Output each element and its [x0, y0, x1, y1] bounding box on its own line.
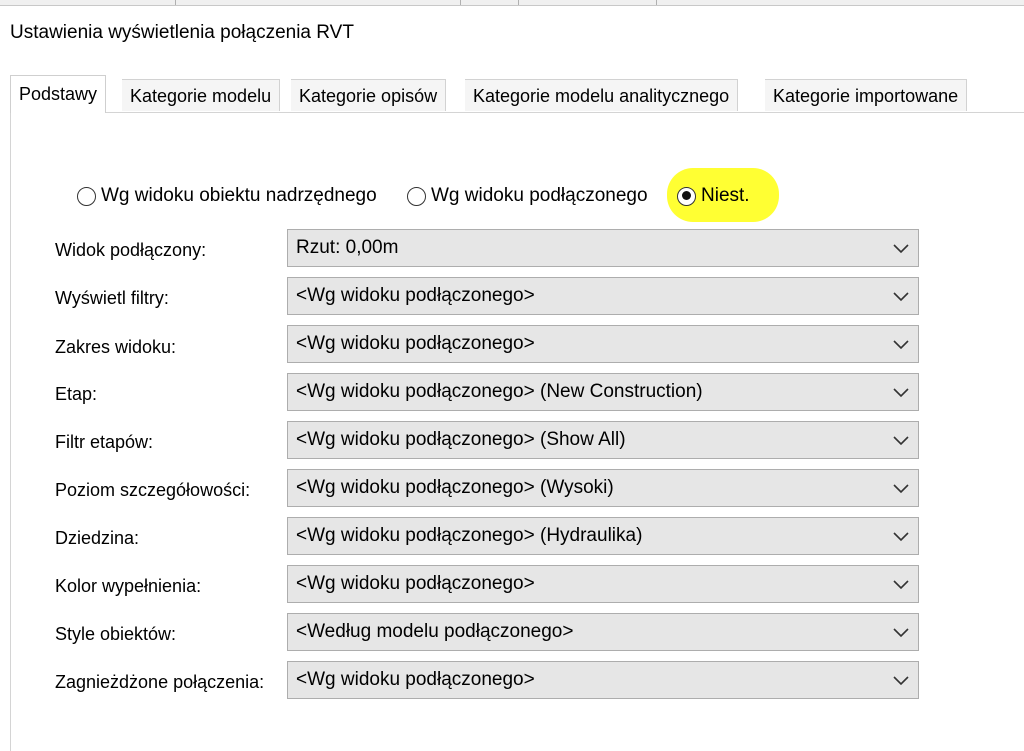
chevron-down-icon — [893, 292, 909, 302]
chevron-down-icon — [893, 580, 909, 590]
strip-divider — [175, 0, 176, 5]
chevron-down-icon — [893, 340, 909, 350]
dropdown-value: <Wg widoku podłączonego> — [296, 333, 535, 354]
radio-wg-widoku-obiektu-nadrzednego[interactable]: Wg widoku obiektu nadrzędnego — [77, 180, 377, 212]
dropdown-value: Rzut: 0,00m — [296, 237, 399, 258]
dropdown-style-obiektow[interactable]: <Według modelu podłączonego> — [287, 613, 919, 651]
dropdown-value: <Wg widoku podłączonego> (New Constructi… — [296, 381, 703, 402]
chevron-down-icon — [893, 628, 909, 638]
strip-divider — [656, 0, 657, 5]
chevron-down-icon — [893, 676, 909, 686]
radio-wg-widoku-podlaczonego[interactable]: Wg widoku podłączonego — [407, 180, 648, 212]
label-widok-podlaczony: Widok podłączony: — [55, 240, 207, 260]
tab-kategorie-opisow[interactable]: Kategorie opisów — [291, 79, 447, 111]
chevron-down-icon — [893, 244, 909, 254]
strip-divider — [460, 0, 461, 5]
dialog-title: Ustawienia wyświetlenia połączenia RVT — [10, 22, 354, 43]
radio-label: Niest. — [701, 185, 750, 206]
dropdown-etap[interactable]: <Wg widoku podłączonego> (New Constructi… — [287, 373, 919, 411]
dropdown-value: <Wg widoku podłączonego> (Show All) — [296, 429, 626, 450]
label-etap: Etap: — [55, 384, 98, 404]
dropdown-value: <Wg widoku podłączonego> — [296, 669, 535, 690]
label-kolor-wypelnienia: Kolor wypełnienia: — [55, 576, 202, 596]
dropdown-value: <Wg widoku podłączonego> (Wysoki) — [296, 477, 614, 498]
radio-button-selected-icon — [677, 186, 696, 206]
dropdown-zakres-widoku[interactable]: <Wg widoku podłączonego> — [287, 325, 919, 363]
label-wyswietl-filtry: Wyświetl filtry: — [55, 288, 169, 308]
dropdown-poziom-szczegolowosci[interactable]: <Wg widoku podłączonego> (Wysoki) — [287, 469, 919, 507]
label-poziom-szczegolowosci: Poziom szczegółowości: — [55, 480, 251, 500]
tab-kategorie-modelu[interactable]: Kategorie modelu — [122, 79, 281, 111]
radio-label: Wg widoku obiektu nadrzędnego — [101, 185, 377, 206]
dropdown-value: <Wg widoku podłączonego> (Hydraulika) — [296, 525, 643, 546]
top-window-strip — [0, 0, 1024, 6]
tab-podstawy[interactable]: Podstawy — [10, 75, 107, 113]
dropdown-value: <Wg widoku podłączonego> — [296, 573, 535, 594]
dropdown-kolor-wypelnienia[interactable]: <Wg widoku podłączonego> — [287, 565, 919, 603]
label-zakres-widoku: Zakres widoku: — [55, 337, 177, 357]
tab-kategorie-modelu-analitycznego[interactable]: Kategorie modelu analitycznego — [465, 79, 739, 111]
label-dziedzina: Dziedzina: — [55, 528, 140, 548]
radio-button-icon — [77, 186, 96, 206]
dropdown-value: <Według modelu podłączonego> — [296, 621, 574, 642]
tab-kategorie-importowane[interactable]: Kategorie importowane — [765, 79, 968, 111]
label-filtr-etapow: Filtr etapów: — [55, 432, 154, 452]
label-style-obiektow: Style obiektów: — [55, 624, 177, 644]
dropdown-dziedzina[interactable]: <Wg widoku podłączonego> (Hydraulika) — [287, 517, 919, 555]
dropdown-wyswietl-filtry[interactable]: <Wg widoku podłączonego> — [287, 277, 919, 315]
label-zagniezdzone-polaczenia: Zagnieżdżone połączenia: — [55, 672, 265, 692]
radio-label: Wg widoku podłączonego — [431, 185, 648, 206]
radio-button-icon — [407, 186, 426, 206]
chevron-down-icon — [893, 532, 909, 542]
chevron-down-icon — [893, 484, 909, 494]
chevron-down-icon — [893, 436, 909, 446]
tab-bar: Kategorie modelu Kategorie opisów Katego… — [10, 75, 1024, 113]
dropdown-filtr-etapow[interactable]: <Wg widoku podłączonego> (Show All) — [287, 421, 919, 459]
dropdown-zagniezdzone-polaczenia[interactable]: <Wg widoku podłączonego> — [287, 661, 919, 699]
chevron-down-icon — [893, 388, 909, 398]
dropdown-widok-podlaczony[interactable]: Rzut: 0,00m — [287, 229, 919, 267]
strip-divider — [518, 0, 519, 5]
radio-niest[interactable]: Niest. — [677, 180, 750, 212]
dropdown-value: <Wg widoku podłączonego> — [296, 285, 535, 306]
